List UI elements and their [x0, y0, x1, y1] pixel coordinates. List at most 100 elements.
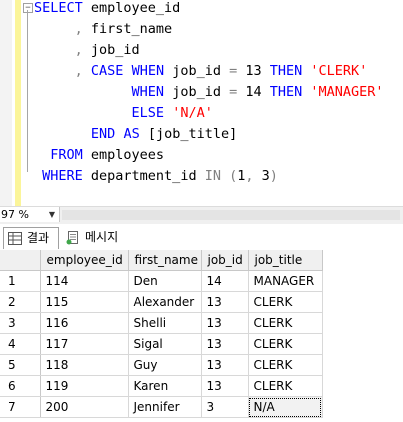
row-number[interactable]: 4	[0, 333, 41, 355]
row-number[interactable]: 1	[0, 270, 41, 292]
code-line[interactable]: ELSE 'N/A'	[34, 103, 384, 124]
sql-operator: =	[229, 84, 238, 100]
sql-text: department_id	[82, 168, 205, 184]
sql-text: employees	[82, 147, 165, 163]
table-cell[interactable]: 116	[40, 312, 129, 334]
table-cell[interactable]: 3	[201, 396, 249, 418]
column-header[interactable]: first_name	[128, 250, 202, 271]
grid-icon	[8, 232, 22, 245]
row-number[interactable]: 3	[0, 312, 41, 334]
table-row[interactable]: 6 119 Karen 13 CLERK	[0, 375, 323, 397]
sql-keyword: ELSE	[131, 105, 165, 121]
table-cell[interactable]: 117	[40, 333, 129, 355]
sql-operator: ,	[34, 63, 91, 79]
table-cell[interactable]: CLERK	[248, 312, 323, 334]
row-number[interactable]: 7	[0, 396, 41, 418]
sql-keyword: WHEN	[131, 63, 165, 79]
code-line[interactable]: END AS [job_title]	[34, 124, 384, 145]
table-cell[interactable]: 114	[40, 270, 129, 292]
zoom-bar: 97 % ▼	[0, 206, 403, 225]
table-cell[interactable]: 13	[201, 312, 249, 334]
table-cell[interactable]: Shelli	[128, 312, 202, 334]
sql-operator: ,	[245, 168, 254, 184]
sql-operator: ,	[34, 21, 91, 37]
table-row[interactable]: 2 115 Alexander 13 CLERK	[0, 291, 323, 313]
code-line[interactable]: , CASE WHEN job_id = 13 THEN 'CLERK'	[34, 61, 384, 82]
row-number[interactable]: 2	[0, 291, 41, 313]
sql-code[interactable]: SELECT employee_id , first_name , job_id…	[34, 0, 384, 187]
change-tracking-bar	[15, 0, 21, 206]
sql-string: 'MANAGER'	[310, 84, 384, 100]
tab-messages[interactable]: 메시지	[62, 227, 124, 248]
table-cell[interactable]: 119	[40, 375, 129, 397]
table-row[interactable]: 5 118 Guy 13 CLERK	[0, 354, 323, 376]
table-cell[interactable]: Den	[128, 270, 202, 292]
sql-keyword: CASE	[90, 63, 124, 79]
table-cell[interactable]: Karen	[128, 375, 202, 397]
column-header[interactable]: job_id	[201, 250, 249, 271]
code-line[interactable]: WHERE department_id IN (1, 3)	[34, 166, 384, 187]
table-row[interactable]: 7 200 Jennifer 3 N/A	[0, 396, 323, 418]
code-line[interactable]: FROM employees	[34, 145, 384, 166]
row-number[interactable]: 5	[0, 354, 41, 376]
tab-results-label: 결과	[27, 231, 50, 245]
table-cell[interactable]: CLERK	[248, 333, 323, 355]
sql-string: 'N/A'	[172, 105, 213, 121]
row-number-header[interactable]	[0, 250, 41, 271]
sql-keyword: FROM	[50, 147, 83, 163]
collapse-icon[interactable]: −	[23, 3, 33, 13]
sql-operator: IN	[204, 168, 221, 184]
table-cell[interactable]: Jennifer	[128, 396, 202, 418]
column-header[interactable]: job_title	[248, 250, 323, 271]
table-row[interactable]: 4 117 Sigal 13 CLERK	[0, 333, 323, 355]
sql-text: [job_title]	[139, 126, 238, 142]
sql-text: 13	[237, 63, 270, 79]
tab-results[interactable]: 결과	[3, 227, 59, 249]
zoom-value: 97 %	[1, 208, 29, 221]
outline-line	[27, 10, 28, 172]
sql-text: job_id	[164, 63, 230, 79]
table-cell[interactable]: Alexander	[128, 291, 202, 313]
table-cell[interactable]: Sigal	[128, 333, 202, 355]
table-cell[interactable]: Guy	[128, 354, 202, 376]
table-cell[interactable]: N/A	[248, 396, 323, 418]
table-cell[interactable]: 13	[201, 291, 249, 313]
table-cell[interactable]: 118	[40, 354, 129, 376]
sql-keyword: WHERE	[42, 168, 83, 184]
table-cell[interactable]: 13	[201, 354, 249, 376]
code-line[interactable]: WHEN job_id = 14 THEN 'MANAGER'	[34, 82, 384, 103]
table-cell[interactable]: 13	[201, 375, 249, 397]
zoom-select[interactable]: 97 % ▼	[0, 207, 60, 222]
tab-messages-label: 메시지	[85, 230, 119, 244]
table-cell[interactable]: 200	[40, 396, 129, 418]
code-line[interactable]: SELECT employee_id	[34, 0, 384, 19]
table-cell[interactable]: CLERK	[248, 354, 323, 376]
horizontal-scrollbar[interactable]	[62, 210, 400, 220]
sql-keyword: END	[90, 126, 116, 142]
code-line[interactable]: , job_id	[34, 40, 384, 61]
table-cell[interactable]: 115	[40, 291, 129, 313]
results-table: employee_id first_name job_id job_title …	[0, 250, 323, 418]
results-grid[interactable]: employee_id first_name job_id job_title …	[0, 250, 403, 422]
table-row[interactable]: 1 114 Den 14 MANAGER	[0, 270, 323, 292]
results-tabbar: 결과 메시지	[0, 224, 403, 251]
table-cell[interactable]: CLERK	[248, 375, 323, 397]
column-header[interactable]: employee_id	[40, 250, 129, 271]
row-number[interactable]: 6	[0, 375, 41, 397]
sql-text: job_id	[90, 42, 140, 58]
sql-editor[interactable]: − SELECT employee_id , first_name , job_…	[0, 0, 403, 206]
table-cell[interactable]: 14	[201, 270, 249, 292]
table-cell[interactable]: MANAGER	[248, 270, 323, 292]
code-line[interactable]: , first_name	[34, 19, 384, 40]
table-row[interactable]: 3 116 Shelli 13 CLERK	[0, 312, 323, 334]
table-cell[interactable]: 13	[201, 333, 249, 355]
table-cell[interactable]: CLERK	[248, 291, 323, 313]
